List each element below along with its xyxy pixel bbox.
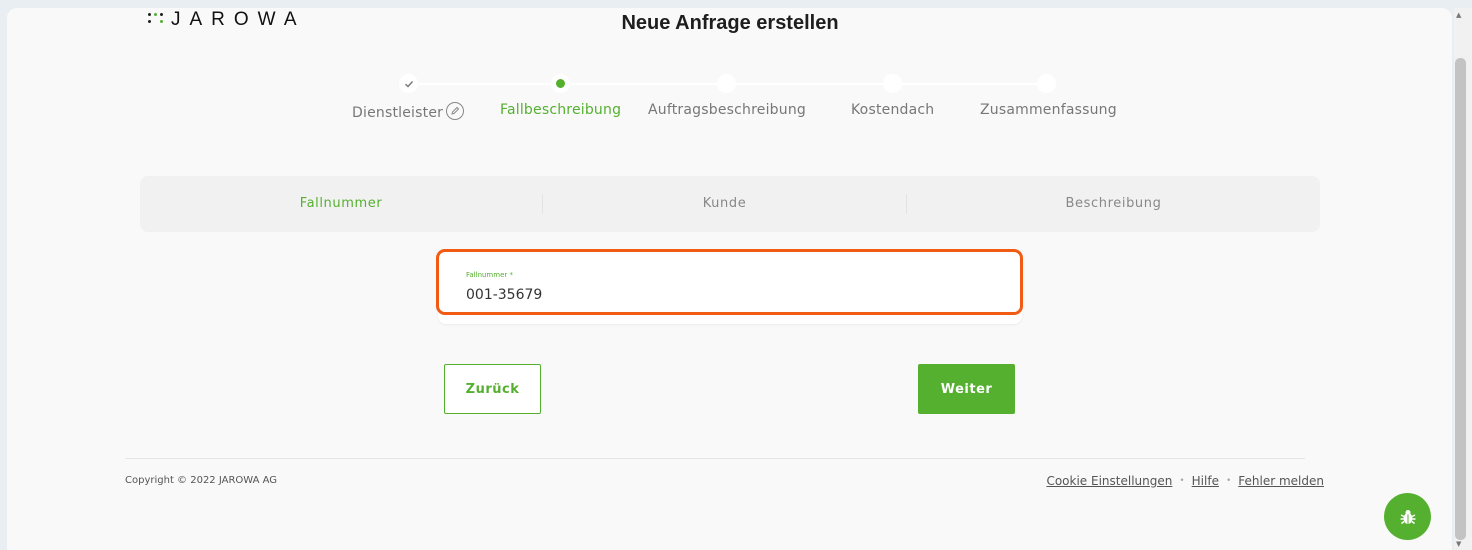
- step-dot-auftragsbeschreibung: [717, 74, 736, 93]
- fallnummer-input[interactable]: [464, 284, 988, 306]
- subtab-fallnummer[interactable]: Fallnummer: [140, 176, 542, 232]
- footer-links: Cookie Einstellungen • Hilfe • Fehler me…: [1046, 474, 1324, 488]
- bug-icon: [1400, 509, 1415, 524]
- copyright-text: Copyright © 2022 JAROWA AG: [125, 475, 278, 486]
- fallnummer-label: Fallnummer *: [466, 271, 513, 279]
- next-button[interactable]: Weiter: [918, 364, 1015, 414]
- step-label-kostendach: Kostendach: [851, 102, 935, 118]
- step-label-text: Dienstleister: [352, 105, 444, 121]
- report-error-link[interactable]: Fehler melden: [1238, 474, 1324, 488]
- footer-separator: •: [1179, 476, 1185, 486]
- step-dot-zusammenfassung: [1037, 74, 1056, 93]
- subtab-beschreibung[interactable]: Beschreibung: [907, 176, 1320, 232]
- step-dot-fallbeschreibung[interactable]: [551, 74, 570, 93]
- page-title: Neue Anfrage erstellen: [621, 12, 839, 34]
- scrollbar-thumb[interactable]: [1455, 58, 1466, 540]
- subtab-kunde[interactable]: Kunde: [543, 176, 906, 232]
- scroll-up-icon[interactable]: ▲: [1456, 11, 1461, 19]
- footer-divider: [125, 458, 1305, 459]
- scroll-down-icon[interactable]: ▼: [1456, 540, 1461, 548]
- pencil-icon[interactable]: [446, 102, 465, 120]
- step-dot-kostendach: [883, 74, 902, 93]
- help-link[interactable]: Hilfe: [1192, 474, 1219, 488]
- back-button[interactable]: Zurück: [444, 364, 541, 414]
- step-label-zusammenfassung: Zusammenfassung: [980, 102, 1117, 118]
- step-label-auftragsbeschreibung: Auftragsbeschreibung: [648, 102, 806, 118]
- cookie-settings-link[interactable]: Cookie Einstellungen: [1046, 474, 1172, 488]
- step-label-dienstleister[interactable]: Dienstleister: [352, 102, 465, 121]
- step-dot-dienstleister[interactable]: [399, 74, 418, 93]
- subtab-bar: Fallnummer Kunde Beschreibung: [140, 176, 1320, 232]
- step-label-fallbeschreibung[interactable]: Fallbeschreibung: [500, 102, 621, 118]
- bug-report-button[interactable]: [1384, 493, 1431, 540]
- check-icon: [404, 80, 413, 87]
- footer-separator: •: [1225, 476, 1232, 486]
